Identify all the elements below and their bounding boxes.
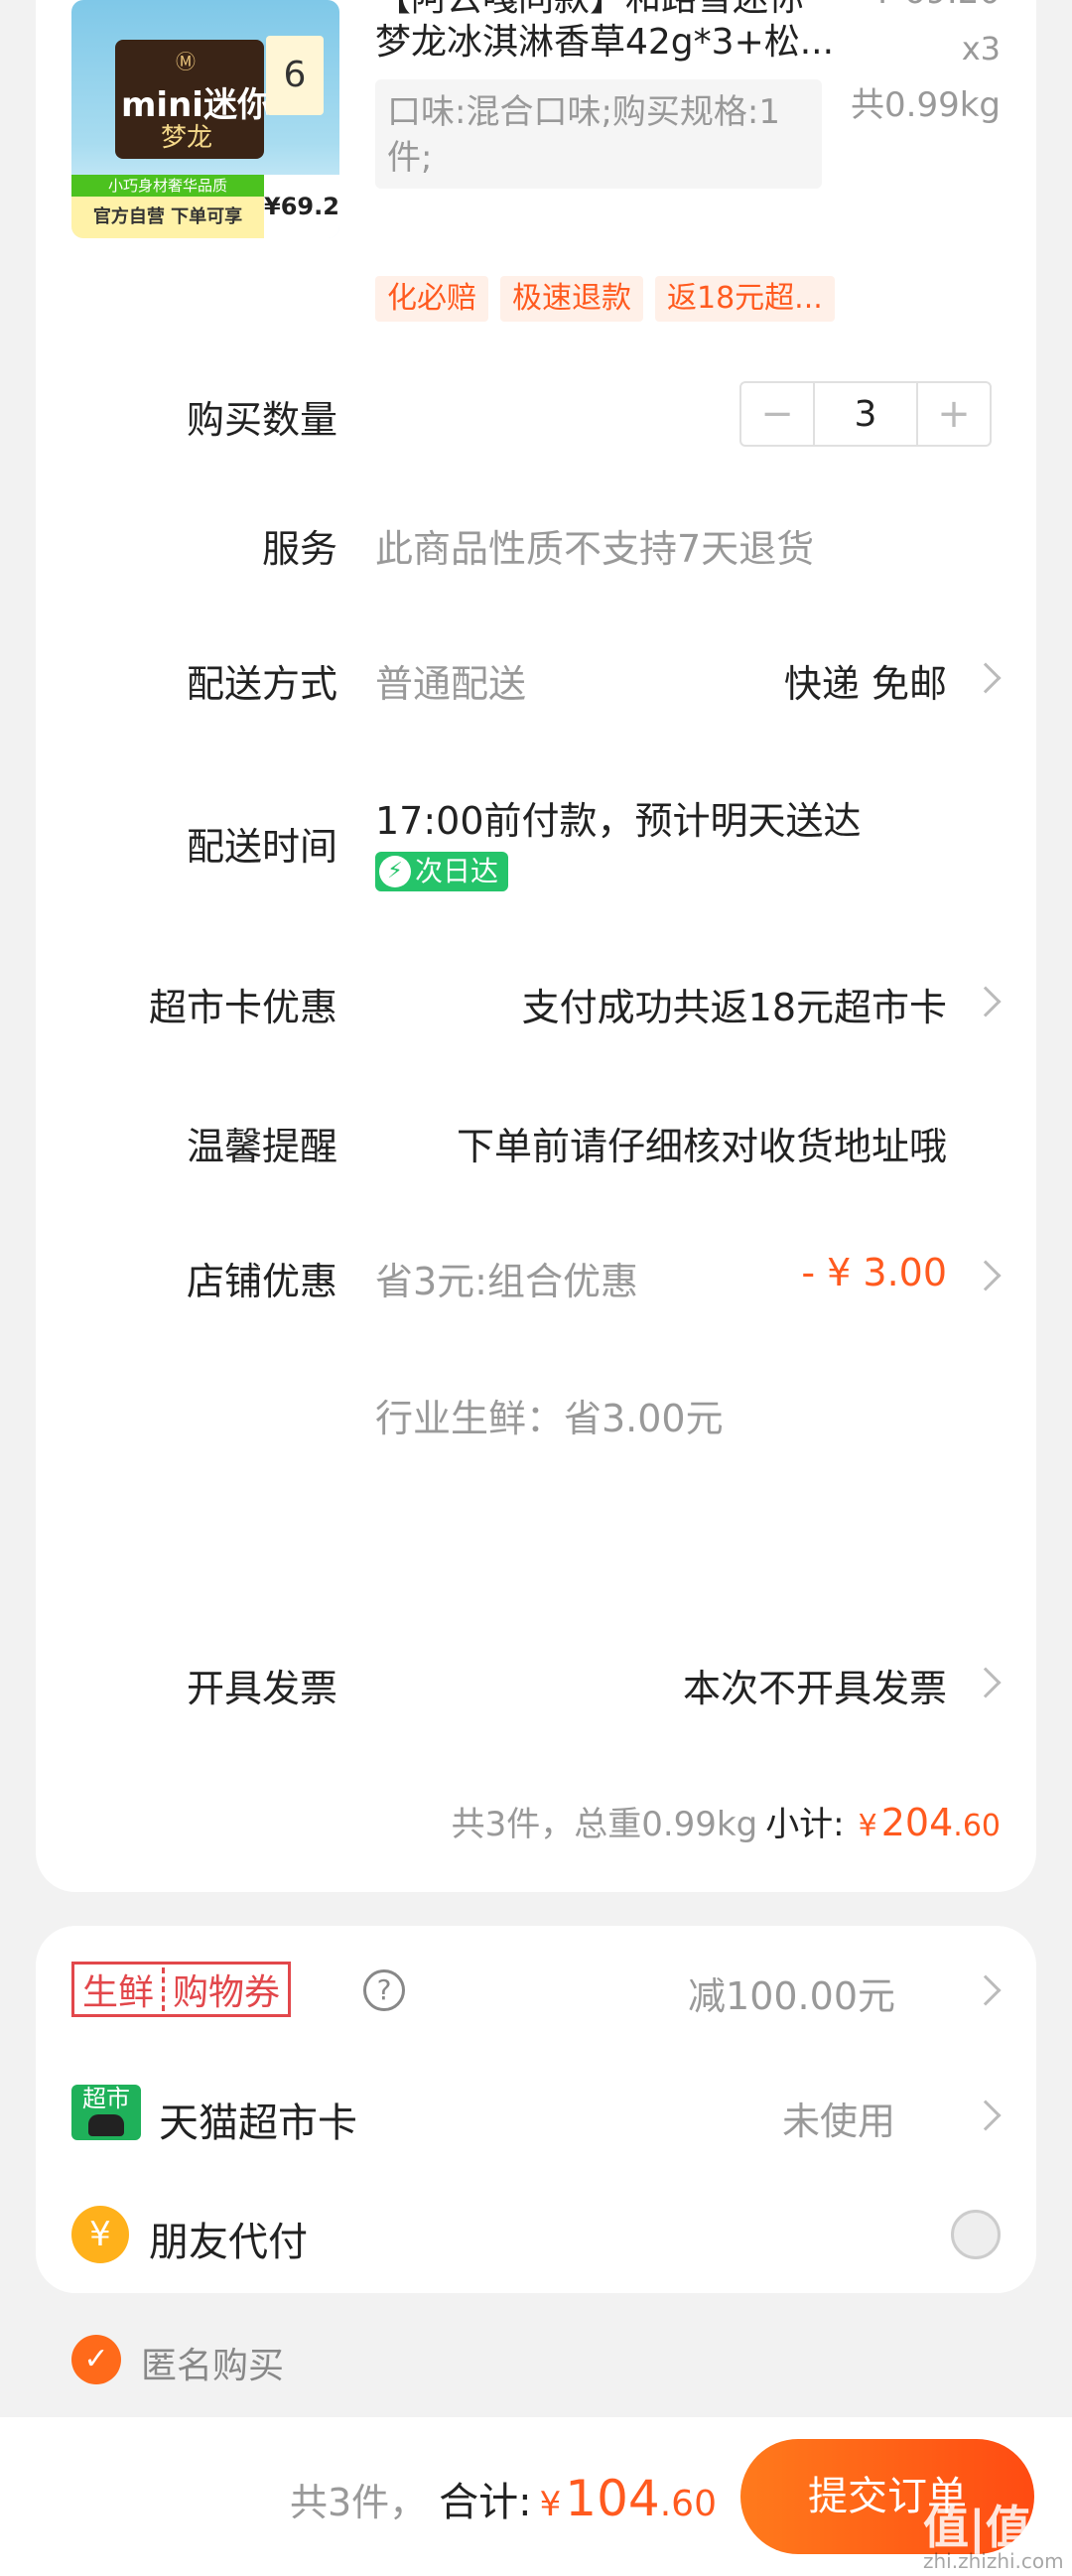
tmall-cat-icon <box>88 2114 124 2136</box>
image-price-text: ¥69.2 <box>264 175 339 238</box>
site-watermark-url: zhi.zhizhi.com <box>923 2549 1064 2573</box>
delivery-right[interactable]: 快递 免邮 <box>784 653 947 708</box>
product-price: ¥ 69.20 <box>871 0 1001 12</box>
shop-discount-amount[interactable]: - ¥ 3.00 <box>801 1251 947 1294</box>
reminder-value: 下单前请仔细核对收货地址哦 <box>456 1125 947 1168</box>
card-discount-value[interactable]: 支付成功共返18元超市卡 <box>522 977 947 1031</box>
minus-button[interactable]: − <box>741 383 813 445</box>
delivery-value[interactable]: 普通配送 <box>375 653 526 708</box>
tmall-card-value[interactable]: 未使用 <box>782 2091 895 2145</box>
friend-pay-label: 朋友代付 <box>149 2220 308 2265</box>
quantity-stepper: − 3 + <box>739 381 992 447</box>
subtotal: 共3件，总重0.99kg 小计: ¥ 204 .60 <box>452 1797 1001 1845</box>
tmall-icon-text: 超市 <box>82 2085 130 2112</box>
image-box-label: 6 <box>266 36 324 115</box>
order-total: 共3件， 合计: ¥ 104 .60 <box>290 2470 717 2527</box>
coupon-left-text: 生鲜 <box>82 1972 155 2013</box>
product-title-line2[interactable]: 梦龙冰淇淋香草42g*3+松... <box>375 18 842 68</box>
fresh-coupon-logo[interactable]: 生鲜 购物券 <box>71 1962 292 2017</box>
shop-discount-value[interactable]: 省3元:组合优惠 <box>375 1251 638 1305</box>
friend-pay-icon: ¥ <box>71 2206 129 2263</box>
shop-discount-label: 店铺优惠 <box>186 1260 337 1303</box>
invoice-value[interactable]: 本次不开具发票 <box>683 1658 947 1712</box>
product-sku[interactable]: 口味:混合口味;购买规格:1件; <box>375 79 822 189</box>
product-weight: 共0.99kg <box>851 85 1001 125</box>
subtotal-integer: 204 <box>880 1801 954 1844</box>
tag-refund: 极速退款 <box>500 276 643 322</box>
tmall-card-icon: 超市 <box>71 2085 141 2140</box>
image-bottom-text: 官方自营 下单可享 <box>71 197 264 238</box>
lightning-icon: ⚡ <box>379 856 411 887</box>
delivery-label: 配送方式 <box>186 662 337 706</box>
help-icon[interactable]: ? <box>363 1969 405 2011</box>
product-image[interactable]: Ⓜ mini迷你 梦龙 6 小巧身材奢华品质 官方自营 下单可享 ¥69.2 <box>71 0 339 238</box>
next-day-badge: ⚡ 次日达 <box>375 852 509 891</box>
coupon-right-text: 购物券 <box>173 1972 281 2013</box>
brand-logo-icon: Ⓜ <box>176 50 196 73</box>
coupon-value[interactable]: 减100.00元 <box>688 1966 895 2020</box>
reminder-label: 温馨提醒 <box>186 1125 337 1168</box>
total-integer: 104 <box>565 2470 660 2527</box>
subtotal-decimal: .60 <box>953 1809 1001 1843</box>
plus-button[interactable]: + <box>918 383 990 445</box>
invoice-label: 开具发票 <box>186 1667 337 1710</box>
subtotal-currency: ¥ <box>858 1809 877 1843</box>
service-label: 服务 <box>261 527 337 571</box>
next-day-text: 次日达 <box>415 855 499 887</box>
tag-damage: 化必赔 <box>375 276 488 322</box>
quantity-input[interactable]: 3 <box>813 383 918 445</box>
total-decimal: .60 <box>659 2484 717 2524</box>
service-tags: 化必赔 极速退款 返18元超... <box>375 276 835 322</box>
total-currency: ¥ <box>539 2485 562 2524</box>
anonymous-label[interactable]: 匿名购买 <box>141 2337 284 2388</box>
image-banner: 小巧身材奢华品质 <box>71 175 264 197</box>
total-label: 合计: <box>439 2480 532 2525</box>
delivery-time-label: 配送时间 <box>186 825 337 869</box>
product-qty: x3 <box>961 30 1001 68</box>
service-value: 此商品性质不支持7天退货 <box>375 527 815 571</box>
tag-cashback: 返18元超... <box>655 276 835 322</box>
industry-note: 行业生鲜：省3.00元 <box>375 1397 724 1440</box>
anonymous-check-icon[interactable]: ✓ <box>71 2335 121 2384</box>
tmall-card-label: 天猫超市卡 <box>159 2101 357 2146</box>
subtotal-summary: 共3件，总重0.99kg <box>451 1805 758 1844</box>
card-discount-label: 超市卡优惠 <box>148 986 337 1029</box>
quantity-label: 购买数量 <box>186 398 337 442</box>
subtotal-label: 小计: <box>765 1805 845 1844</box>
total-count: 共3件， <box>289 2481 428 2524</box>
friend-pay-radio[interactable] <box>951 2210 1001 2259</box>
delivery-time-value: 17:00前付款，预计明天送达 <box>375 799 862 843</box>
image-sub-text: 梦龙 <box>161 123 213 153</box>
